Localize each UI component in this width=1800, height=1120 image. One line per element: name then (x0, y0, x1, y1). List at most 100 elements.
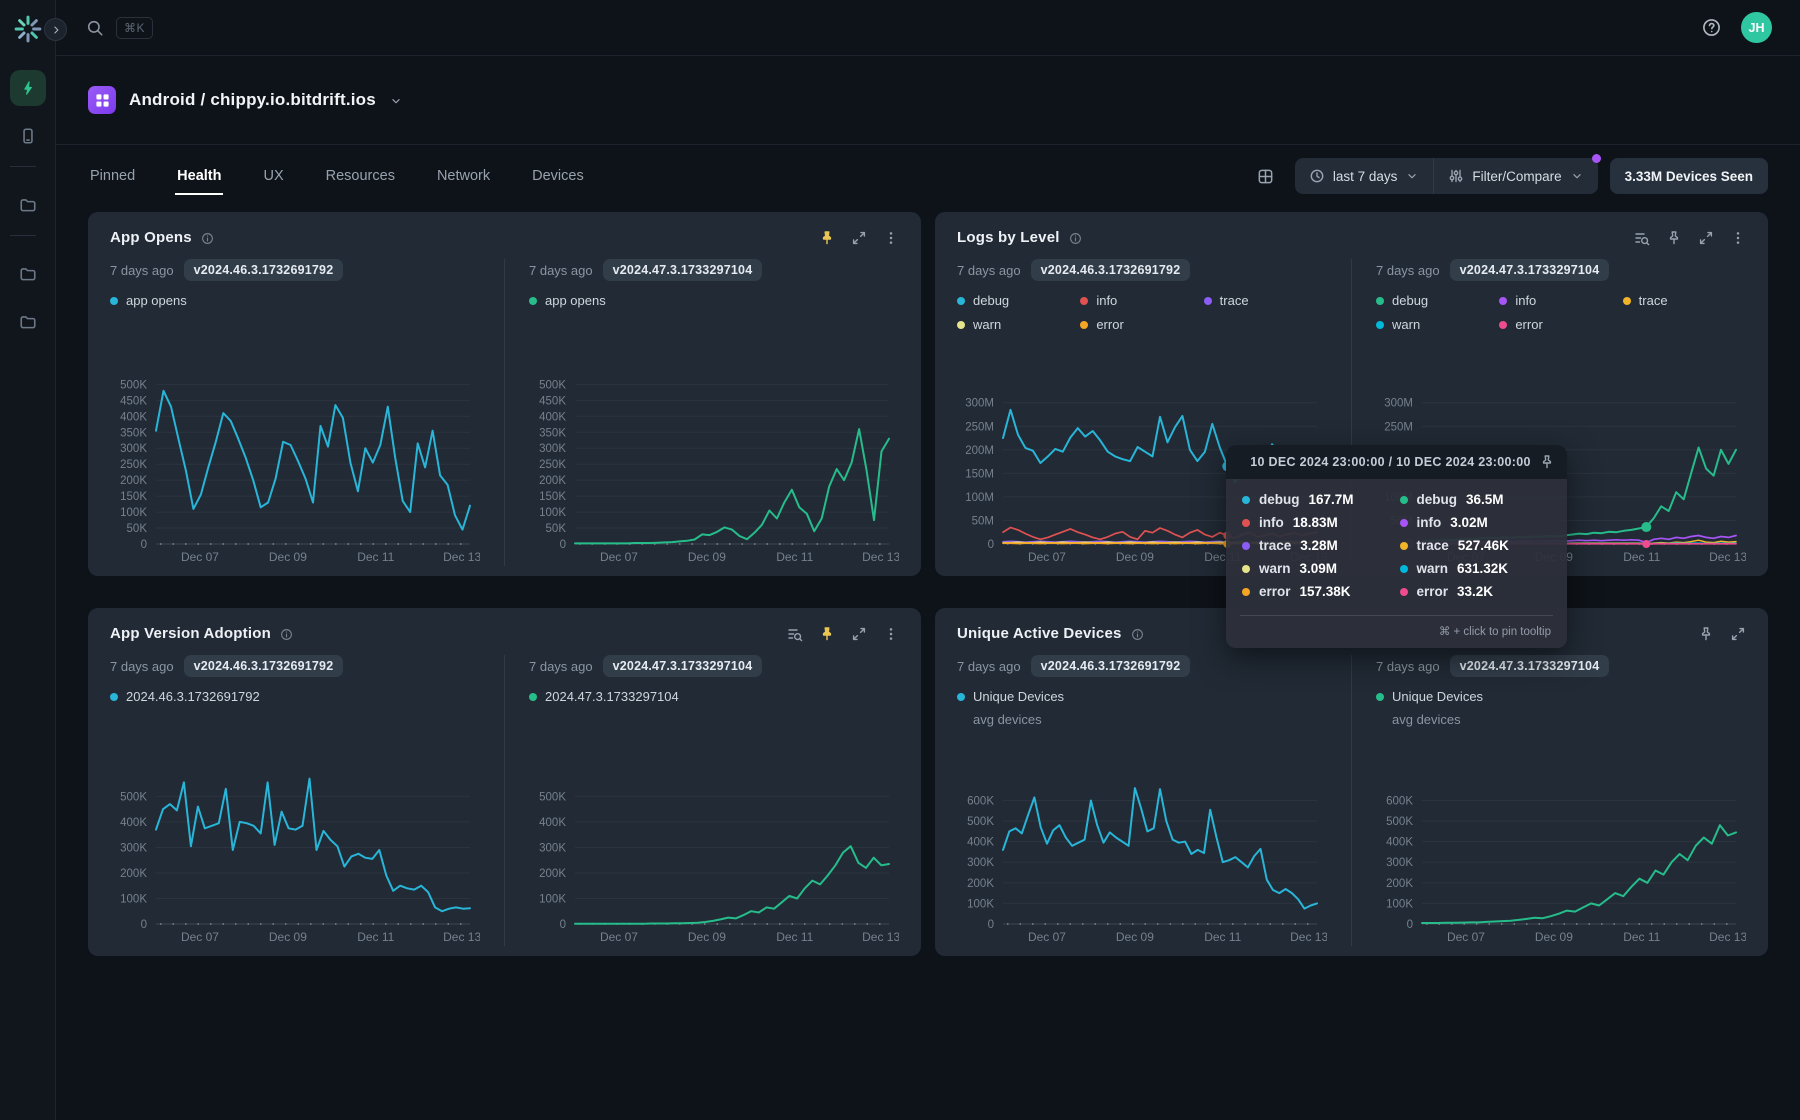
legend-dot (1376, 297, 1384, 305)
topbar: ⌘K JH (56, 0, 1800, 56)
expand-icon[interactable] (851, 230, 867, 246)
legend-item[interactable]: trace (1623, 293, 1746, 308)
svg-text:350K: 350K (539, 427, 566, 439)
list-search-icon[interactable] (1634, 230, 1650, 246)
svg-text:0: 0 (141, 539, 147, 551)
tab-devices[interactable]: Devices (530, 145, 586, 207)
info-icon[interactable] (1131, 628, 1144, 641)
help-button[interactable] (1702, 18, 1721, 37)
legend-item[interactable]: debug (957, 293, 1080, 308)
filter-compare-dropdown[interactable]: Filter/Compare (1433, 158, 1597, 194)
legend-item[interactable]: Unique Devices (1376, 689, 1746, 704)
tooltip-row: trace527.46K (1400, 538, 1552, 553)
svg-text:Dec 09: Dec 09 (1116, 930, 1154, 944)
notification-dot (1592, 154, 1601, 163)
line-chart[interactable]: 500K450K400K350K300K250K200K150K100K50K0… (529, 370, 899, 566)
search-bar[interactable]: ⌘K (86, 17, 153, 39)
pin-icon[interactable] (1666, 230, 1682, 246)
legend-item[interactable]: Unique Devices (957, 689, 1327, 704)
sidebar-expand-button[interactable] (44, 18, 67, 41)
sidebar-item-phone-icon[interactable] (10, 118, 46, 154)
tab-health[interactable]: Health (175, 145, 223, 207)
line-chart[interactable]: 500K450K400K350K300K250K200K150K100K50K0… (110, 370, 480, 566)
expand-icon[interactable] (851, 626, 867, 642)
svg-text:Dec 09: Dec 09 (1116, 550, 1154, 564)
list-search-icon[interactable] (787, 626, 803, 642)
version-age: 7 days ago (957, 659, 1021, 674)
legend-item[interactable]: app opens (110, 293, 480, 308)
svg-text:Dec 07: Dec 07 (1447, 930, 1485, 944)
svg-text:Dec 11: Dec 11 (776, 930, 813, 944)
version-badge: v2024.47.3.1733297104 (1450, 655, 1610, 677)
kebab-menu-icon[interactable] (883, 626, 899, 642)
avatar[interactable]: JH (1741, 12, 1772, 43)
legend-item[interactable]: error (1499, 317, 1622, 332)
expand-icon[interactable] (1730, 626, 1746, 642)
tab-pinned[interactable]: Pinned (88, 145, 137, 207)
panel-meta: 7 days agov2024.47.3.1733297104 (529, 259, 899, 281)
tab-resources[interactable]: Resources (324, 145, 397, 207)
clock-icon (1309, 168, 1325, 184)
legend-item[interactable]: trace (1204, 293, 1327, 308)
svg-text:0: 0 (560, 539, 566, 551)
devices-seen-button[interactable]: 3.33M Devices Seen (1610, 158, 1768, 194)
svg-text:200M: 200M (965, 445, 994, 457)
svg-text:500K: 500K (967, 816, 994, 828)
card-panels: 7 days agov2024.46.3.1732691792app opens… (110, 259, 899, 566)
pin-icon[interactable] (819, 626, 835, 642)
chevron-down-icon[interactable] (389, 94, 403, 108)
svg-text:200K: 200K (1386, 878, 1413, 890)
svg-text:500K: 500K (539, 379, 566, 391)
legend-item[interactable]: avg devices (957, 712, 1327, 727)
legend-item[interactable]: warn (957, 317, 1080, 332)
svg-text:250M: 250M (1384, 421, 1413, 433)
kebab-menu-icon[interactable] (883, 230, 899, 246)
sidebar-item-folder-icon[interactable] (10, 256, 46, 292)
sidebar-item-bolt-icon[interactable] (10, 70, 46, 106)
legend-item[interactable]: 2024.46.3.1732691792 (110, 689, 480, 704)
pin-icon[interactable] (819, 230, 835, 246)
legend-item[interactable]: app opens (529, 293, 899, 308)
tab-ux[interactable]: UX (261, 145, 285, 207)
svg-text:Dec 13: Dec 13 (1709, 930, 1746, 944)
kebab-menu-icon[interactable] (1730, 230, 1746, 246)
info-icon[interactable] (280, 628, 293, 641)
line-chart[interactable]: 500K400K300K200K100K0Dec 07Dec 09Dec 11D… (110, 768, 480, 946)
svg-text:Dec 11: Dec 11 (1623, 550, 1660, 564)
svg-text:50K: 50K (546, 523, 567, 535)
svg-text:300K: 300K (1386, 857, 1413, 869)
legend-label: Unique Devices (1392, 689, 1483, 704)
pin-icon[interactable] (1698, 626, 1714, 642)
legend-item[interactable]: error (1080, 317, 1203, 332)
info-icon[interactable] (201, 232, 214, 245)
line-chart[interactable]: 600K500K400K300K200K100K0Dec 07Dec 09Dec… (1376, 776, 1746, 946)
svg-text:50M: 50M (972, 515, 994, 527)
legend-item[interactable]: info (1499, 293, 1622, 308)
legend-label: debug (1392, 293, 1428, 308)
line-chart[interactable]: 600K500K400K300K200K100K0Dec 07Dec 09Dec… (957, 776, 1327, 946)
legend-item[interactable]: 2024.47.3.1733297104 (529, 689, 899, 704)
sidebar-item-folder-icon[interactable] (10, 304, 46, 340)
series-value: 157.38K (1300, 584, 1351, 599)
svg-text:500K: 500K (539, 791, 566, 803)
svg-text:400K: 400K (120, 817, 147, 829)
tab-network[interactable]: Network (435, 145, 492, 207)
svg-text:450K: 450K (120, 395, 147, 407)
legend-item[interactable]: avg devices (1376, 712, 1746, 727)
sidebar-item-folder-icon[interactable] (10, 187, 46, 223)
svg-text:500K: 500K (120, 379, 147, 391)
sliders-icon (1448, 168, 1464, 184)
expand-icon[interactable] (1698, 230, 1714, 246)
legend-item[interactable]: info (1080, 293, 1203, 308)
card-panels: 7 days agov2024.46.3.1732691792Unique De… (957, 655, 1746, 946)
legend-item[interactable]: warn (1376, 317, 1499, 332)
line-chart[interactable]: 500K400K300K200K100K0Dec 07Dec 09Dec 11D… (529, 768, 899, 946)
layout-grid-button[interactable] (1249, 159, 1283, 193)
time-range-dropdown[interactable]: last 7 days (1295, 158, 1434, 194)
bitdrift-logo-icon[interactable] (13, 14, 43, 44)
panel-meta: 7 days ago v2024.47.3.1733297104 (1376, 655, 1746, 677)
info-icon[interactable] (1069, 232, 1082, 245)
version-age: 7 days ago (1376, 659, 1440, 674)
pin-tooltip-icon[interactable] (1539, 454, 1555, 470)
legend-item[interactable]: debug (1376, 293, 1499, 308)
